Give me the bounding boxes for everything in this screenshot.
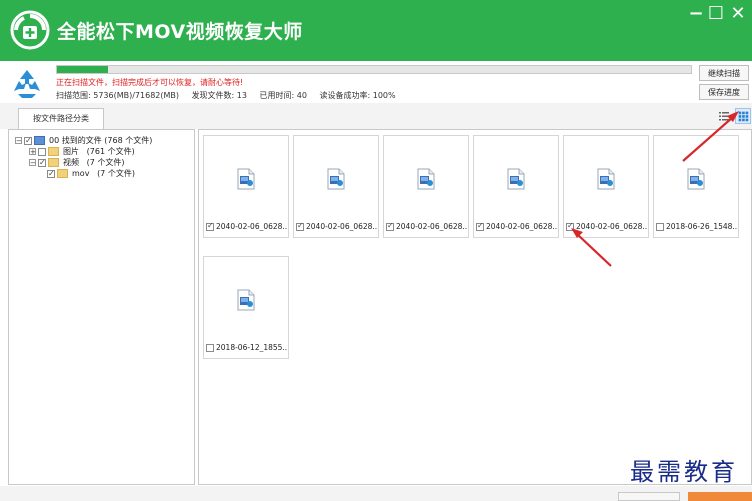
file-gallery: 2040-02-06_0628... 2040-02-06_0628... 2040… [198,129,752,485]
tree-item-label: 图片 [63,147,79,156]
file-thumbnail[interactable] [384,136,468,220]
tree-item-count: (7 个文件) [97,169,135,178]
scan-progress-fill [57,66,108,73]
collapse-icon[interactable]: − [15,137,22,145]
file-caption[interactable]: 2040-02-06_0628... [476,222,558,231]
tree-item-checkbox[interactable] [38,157,46,169]
app-logo-icon [10,10,50,50]
file-checkbox[interactable] [386,222,394,231]
tree-item-label: mov [72,169,90,178]
folder-icon [48,147,59,156]
file-caption[interactable]: 2040-02-06_0628... [206,222,288,231]
file-name: 2018-06-12_1855... [216,343,288,352]
tab-by-path[interactable]: 按文件路径分类 [18,108,104,130]
files-found: 发现文件数: 13 [191,91,247,100]
scan-range: 扫描范围: 5736(MB)/71682(MB) [56,91,180,100]
video-file-icon [687,168,705,190]
file-caption[interactable]: 2040-02-06_0628... [296,222,378,231]
tree-item-checkbox[interactable] [38,147,46,156]
video-file-icon [237,168,255,190]
app-title: 全能松下MOV视频恢复大师 [57,21,303,43]
file-tile[interactable]: 2040-02-06_0628... [293,135,379,238]
tree-item-label: 视频 [63,158,79,167]
file-name: 2040-02-06_0628... [396,222,468,231]
file-caption[interactable]: 2018-06-26_1548... [656,222,738,231]
recycle-icon [14,70,40,98]
file-name: 2040-02-06_0628... [306,222,378,231]
watermark-text: 最需教育 [630,458,738,486]
file-tile[interactable]: 2040-02-06_0628... [473,135,559,238]
file-name: 2018-06-26_1548... [666,222,738,231]
file-checkbox[interactable] [296,222,304,231]
scan-stats: 扫描范围: 5736(MB)/71682(MB) 发现文件数: 13 已用时间:… [56,90,406,101]
tree-item-checkbox[interactable] [47,168,55,180]
file-name: 2040-02-06_0628... [216,222,288,231]
file-name: 2040-02-06_0628... [486,222,558,231]
file-thumbnail[interactable] [204,136,288,220]
annotation-arrow [571,228,612,267]
file-checkbox[interactable] [656,223,664,231]
video-file-icon [507,168,525,190]
elapsed-time: 已用时间: 40 [259,91,307,100]
tab-bar: 按文件路径分类 [0,103,752,130]
folder-tree: − 00 找到的文件 (768 个文件) + 图片 (761 个文件) − 视频 (7… [8,129,195,485]
save-progress-button[interactable]: 保存进度 [699,84,749,100]
tree-item-count: (761 个文件) [86,147,135,156]
maximize-button[interactable]: ☐ [706,4,726,24]
file-tile[interactable]: 2018-06-12_1855... [203,256,289,359]
file-caption[interactable]: 2018-06-12_1855... [206,343,288,352]
file-checkbox[interactable] [476,222,484,231]
footer-button[interactable] [618,492,680,501]
computer-icon [34,136,45,145]
file-checkbox[interactable] [206,344,214,352]
minimize-button[interactable]: − [686,4,706,24]
tree-item-count: (7 个文件) [86,158,125,167]
tree-item-mov[interactable]: mov (7 个文件) [47,168,135,180]
expand-icon[interactable]: + [29,148,36,156]
continue-scan-button[interactable]: 继续扫描 [699,65,749,81]
video-file-icon [237,289,255,311]
close-button[interactable]: ✕ [728,4,748,24]
device-health: 读设备成功率: 100% [319,91,396,100]
video-file-icon [597,168,615,190]
scan-warning-text: 正在扫描文件，扫描完成后才可以恢复，请耐心等待! [56,78,244,87]
tree-root-label: 00 找到的文件 (768 个文件) [49,136,153,145]
title-bar: 全能松下MOV视频恢复大师 − ☐ ✕ [0,0,752,61]
file-thumbnail[interactable] [204,257,288,341]
file-checkbox[interactable] [206,222,214,231]
annotation-arrow [682,111,739,162]
folder-icon [48,158,59,167]
file-thumbnail[interactable] [294,136,378,220]
video-file-icon [327,168,345,190]
file-thumbnail[interactable] [564,136,648,220]
file-tile[interactable]: 2040-02-06_0628... [383,135,469,238]
collapse-icon[interactable]: − [29,159,36,167]
file-caption[interactable]: 2040-02-06_0628... [386,222,468,231]
tree-root-checkbox[interactable] [24,135,32,147]
video-file-icon [417,168,435,190]
scan-progress-bar [56,65,692,74]
file-thumbnail[interactable] [474,136,558,220]
scan-status-panel: 正在扫描文件，扫描完成后才可以恢复，请耐心等待! 扫描范围: 5736(MB)/… [0,61,752,104]
folder-icon [57,169,68,178]
recover-button[interactable] [688,492,752,501]
file-tile[interactable]: 2040-02-06_0628... [203,135,289,238]
